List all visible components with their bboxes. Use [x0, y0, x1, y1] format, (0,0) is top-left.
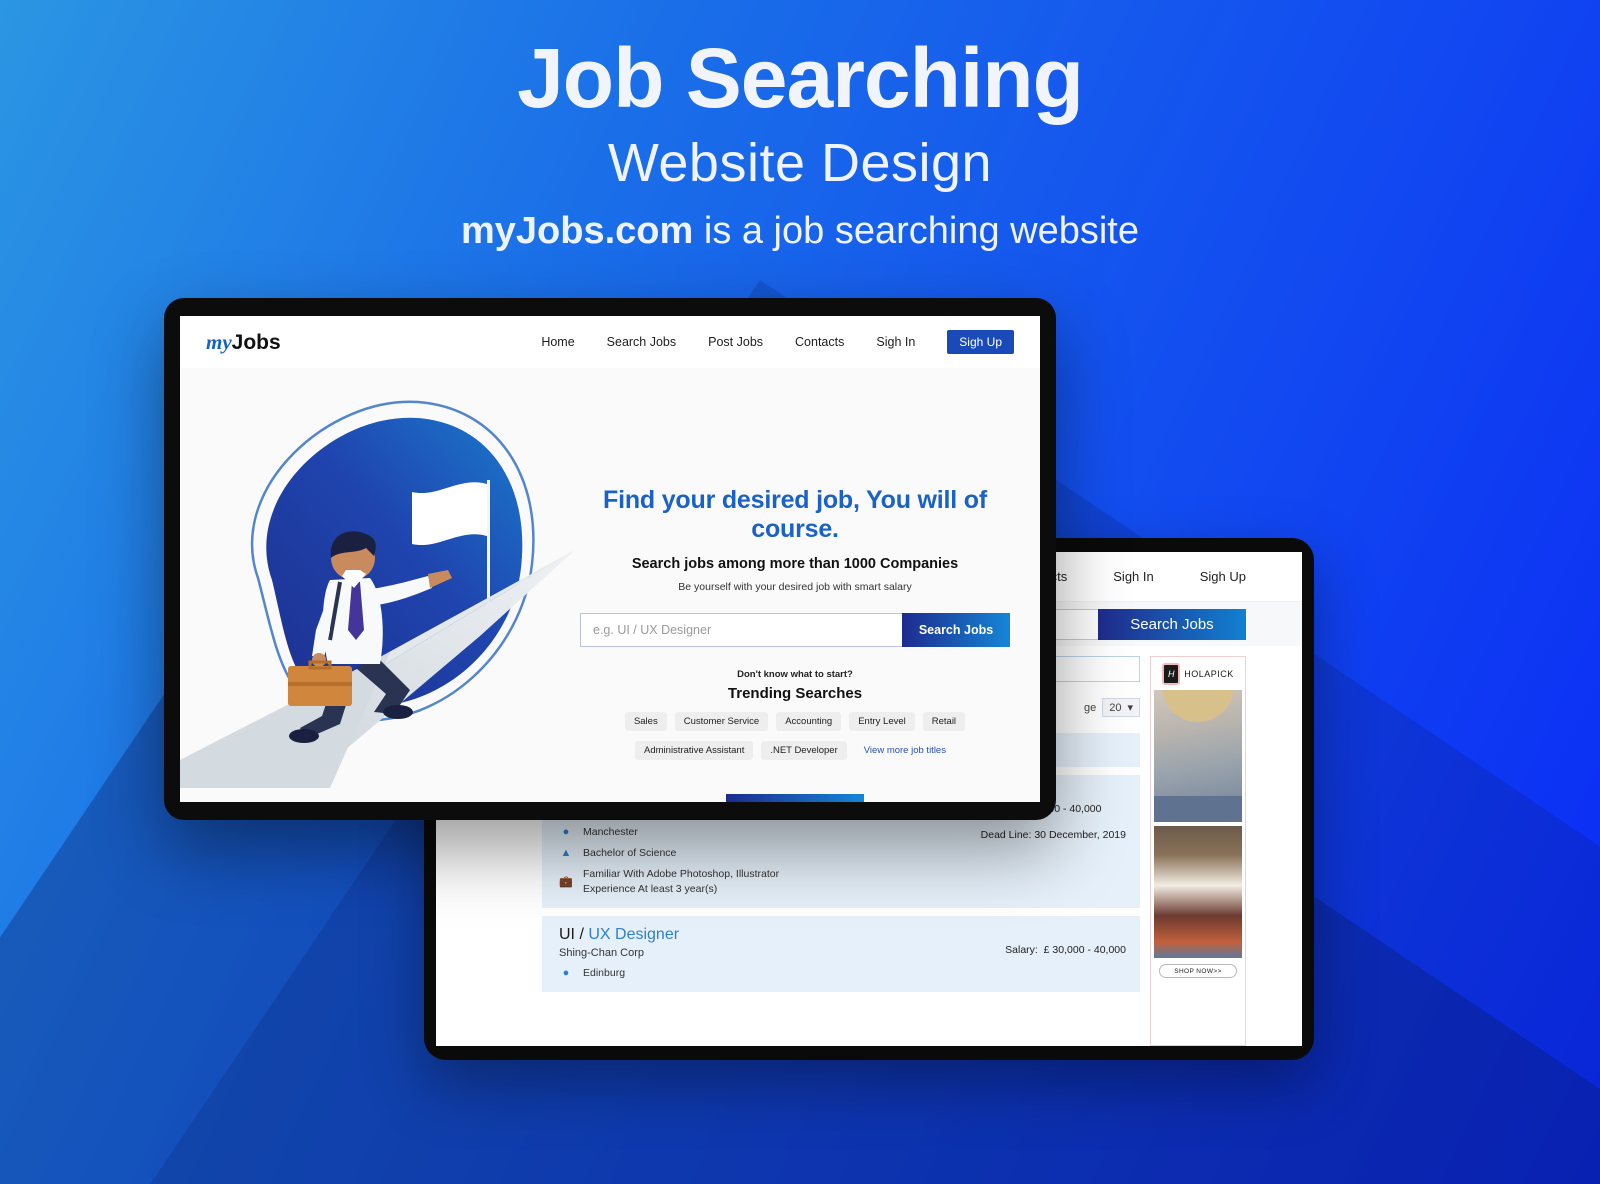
advertisement-panel[interactable]: H HOLAPICK SHOP NOW>>: [1150, 656, 1246, 1046]
hero-headline: Find your desired job, You will of cours…: [603, 486, 987, 543]
tablet-nav-item-signup[interactable]: Sigh Up: [1200, 569, 1246, 584]
nav-item-search-jobs[interactable]: Search Jobs: [607, 335, 676, 349]
tag-accounting[interactable]: Accounting: [776, 712, 842, 731]
job-deadline: Dead Line: 30 December, 2019: [980, 829, 1126, 841]
tagline-brand: myJobs.com: [461, 210, 694, 253]
job-education: Bachelor of Science: [583, 847, 677, 860]
hero-content: Find your desired job, You will of cours…: [580, 368, 1040, 802]
nav-item-post-jobs[interactable]: Post Jobs: [708, 335, 763, 349]
nav-item-home[interactable]: Home: [541, 335, 574, 349]
shop-now-button[interactable]: SHOP NOW>>: [1159, 964, 1237, 978]
briefcase-icon: 💼: [559, 876, 573, 889]
perpage-value: 20: [1109, 701, 1122, 714]
nav-links: Home Search Jobs Post Jobs Contacts Sigh…: [541, 330, 1014, 354]
search-input[interactable]: e.g. UI / UX Designer: [580, 613, 902, 647]
logo[interactable]: myJobs: [206, 330, 281, 355]
chevron-down-icon: ▾: [1127, 702, 1133, 714]
poster-title-block: Job Searching Website Design myJobs.com …: [0, 34, 1600, 253]
ad-logo-row: H HOLAPICK: [1162, 663, 1234, 685]
navbar: myJobs Home Search Jobs Post Jobs Contac…: [180, 316, 1040, 368]
job-education-row: ▲ Bachelor of Science: [559, 846, 1126, 860]
table-row[interactable]: UI / UX Designer Shing-Chan Corp ● Edinb…: [542, 915, 1140, 992]
search-jobs-button[interactable]: Search Jobs: [902, 613, 1010, 647]
ad-photo-sweater-colorblock[interactable]: [1154, 826, 1242, 958]
page-tagline: myJobs.com is a job searching website: [0, 210, 1600, 253]
sign-up-button[interactable]: Sigh Up: [947, 330, 1014, 354]
job-salary-value: £ 30,000 - 40,000: [1043, 943, 1126, 956]
tag-net-developer[interactable]: .NET Developer: [761, 741, 847, 760]
trending-title: Trending Searches: [727, 685, 863, 702]
job-location-row: ● Edinburg: [559, 966, 1126, 980]
ad-brand-name: HOLAPICK: [1184, 669, 1234, 679]
hero-section: Find your desired job, You will of cours…: [180, 368, 1040, 802]
trending-tags-row-2: Administrative Assistant .NET Developer …: [580, 741, 1010, 760]
job-location: Manchester: [583, 826, 638, 838]
logo-my: my: [206, 329, 232, 354]
page-title: Job Searching: [517, 31, 1084, 125]
location-pin-icon: ●: [562, 826, 570, 839]
hero-subhead: Search jobs among more than 1000 Compani…: [631, 556, 959, 572]
nav-item-contacts[interactable]: Contacts: [795, 335, 844, 349]
hero-subsubhead: Be yourself with your desired job with s…: [678, 581, 912, 593]
job-location: Edinburg: [583, 966, 626, 979]
hero-illustration: [180, 368, 580, 802]
businessman-on-paper-plane-illustration: [180, 400, 575, 788]
tagline-rest: is a job searching website: [693, 210, 1139, 253]
job-right-column: Salary: £ 30,000 - 40,000: [1005, 944, 1126, 956]
trending-hint: Don't know what to start?: [737, 669, 853, 680]
view-more-job-titles-link[interactable]: View more job titles: [855, 741, 955, 760]
tag-sales[interactable]: Sales: [624, 712, 667, 731]
job-salary-label: Salary:: [1005, 943, 1038, 956]
page-subtitle: Website Design: [607, 133, 993, 194]
tablet-nav-item-signin[interactable]: Sigh In: [1113, 569, 1153, 584]
job-title-prefix: UI /: [559, 925, 589, 943]
tablet-search-jobs-button[interactable]: Search Jobs: [1098, 608, 1246, 640]
trending-tags-row-1: Sales Customer Service Accounting Entry …: [580, 712, 1010, 731]
pinned-company-button[interactable]: Pinned Company: [726, 794, 864, 802]
laptop-device: myJobs Home Search Jobs Post Jobs Contac…: [164, 298, 1056, 820]
search-row: e.g. UI / UX Designer Search Jobs: [580, 613, 1010, 647]
job-skill-line-2: Experience At least 3 year(s): [583, 882, 718, 895]
location-pin-icon: ●: [562, 966, 570, 979]
tag-customer-service[interactable]: Customer Service: [674, 712, 769, 731]
ad-photo-sweater-grey[interactable]: [1154, 690, 1242, 822]
logo-jobs: Jobs: [231, 330, 281, 354]
tag-retail[interactable]: Retail: [922, 712, 966, 731]
job-skills-text: Familiar With Adobe Photoshop, Illustrat…: [583, 867, 779, 895]
job-skill-line-1: Familiar With Adobe Photoshop, Illustrat…: [583, 868, 780, 881]
tag-administrative-assistant[interactable]: Administrative Assistant: [635, 741, 754, 760]
job-title[interactable]: UI / UX Designer: [559, 926, 1126, 944]
job-skills-row: 💼 Familiar With Adobe Photoshop, Illustr…: [559, 867, 1126, 895]
tag-entry-level[interactable]: Entry Level: [849, 712, 915, 731]
perpage-select[interactable]: 20 ▾: [1102, 698, 1140, 717]
nav-item-sign-in[interactable]: Sigh In: [876, 335, 915, 349]
perpage-label: ge: [1083, 701, 1097, 714]
job-title-accent: UX Designer: [588, 925, 680, 943]
job-salary: Salary: £ 30,000 - 40,000: [1005, 944, 1126, 956]
laptop-screen: myJobs Home Search Jobs Post Jobs Contac…: [180, 316, 1040, 802]
holapick-badge-icon: H: [1162, 663, 1181, 685]
graduation-cap-icon: ▲: [560, 847, 572, 860]
